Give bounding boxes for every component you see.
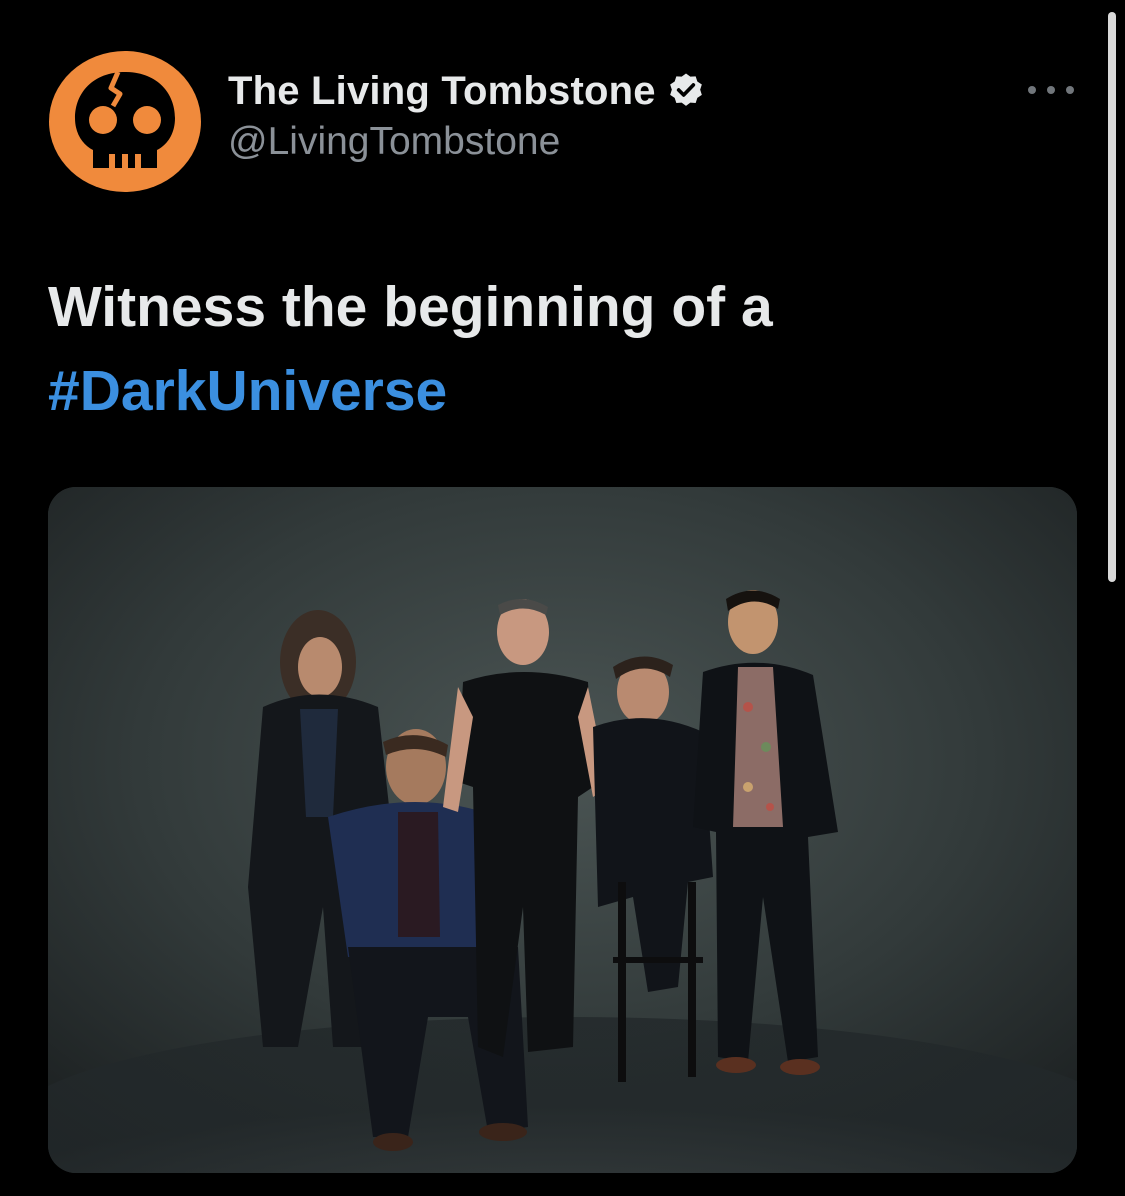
more-dot: [1047, 86, 1055, 94]
author-display-name[interactable]: The Living Tombstone: [228, 69, 656, 114]
more-options-icon[interactable]: [1028, 84, 1074, 96]
scrollbar[interactable]: [1108, 12, 1116, 582]
hashtag-link[interactable]: #DarkUniverse: [48, 359, 447, 423]
orange-skull-logo-icon: [49, 51, 201, 192]
more-dot: [1066, 86, 1074, 94]
verified-badge-icon: [669, 73, 702, 106]
author-handle[interactable]: @LivingTombstone: [228, 120, 560, 164]
tweet-body-text: Witness the beginning of a: [48, 275, 773, 339]
tweet-photo[interactable]: [48, 487, 1077, 1173]
tweet-text: Witness the beginning of a #DarkUniverse: [48, 265, 1048, 433]
author-name-row: The Living Tombstone: [228, 66, 706, 116]
more-dot: [1028, 86, 1036, 94]
band-photo-image: [48, 487, 1077, 1173]
author-avatar[interactable]: [48, 50, 202, 193]
